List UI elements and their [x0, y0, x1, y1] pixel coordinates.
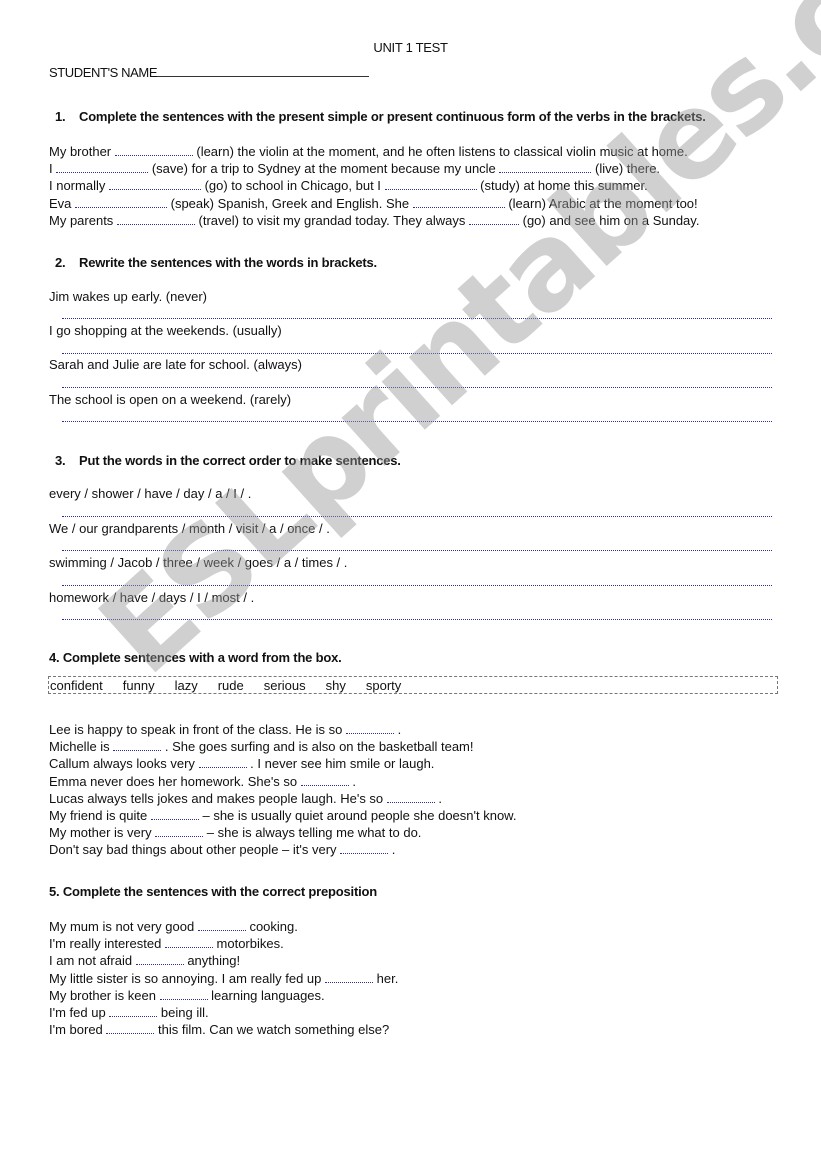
section-1-number: 1. [55, 109, 66, 124]
answer-blank[interactable] [198, 756, 247, 769]
sentence-row: Emma never does her homework. She's so . [49, 773, 356, 789]
answer-blank[interactable] [150, 808, 199, 821]
section-5-sentences: My mum is not very good cooking. I'm rea… [49, 918, 398, 1038]
sentence-row: My mum is not very good cooking. [49, 919, 298, 934]
sentence-row: Lee is happy to speak in front of the cl… [49, 722, 402, 737]
sentence-row: Callum always looks very . I never see h… [49, 756, 435, 772]
question-text: Jim wakes up early. (never) [49, 289, 207, 304]
answer-line[interactable] [62, 619, 772, 620]
section-1-instruction: Complete the sentences with the present … [79, 109, 706, 124]
answer-blank[interactable] [106, 1022, 155, 1035]
answer-blank[interactable] [56, 161, 149, 174]
sentence-row: I'm really interested motorbikes. [49, 936, 284, 952]
answer-blank[interactable] [300, 774, 349, 786]
answer-line[interactable] [62, 353, 772, 354]
word-box-item: rude [217, 678, 244, 693]
answer-blank[interactable] [412, 196, 505, 208]
word-box: confident funny lazy rude serious shy sporty [48, 676, 778, 694]
word-box-item: shy [325, 678, 346, 693]
sentence-row: My mother is very – she is always tellin… [49, 825, 422, 841]
section-2-title: 2. Rewrite the sentences with the words i… [55, 255, 377, 270]
word-box-item: confident [50, 678, 103, 693]
section-3-instruction: Put the words in the correct order to ma… [79, 453, 401, 468]
answer-line[interactable] [62, 421, 772, 422]
answer-blank[interactable] [164, 936, 213, 949]
word-box-item: serious [263, 678, 306, 693]
section-4-title: 4. Complete sentences with a word from t… [49, 650, 342, 665]
sentence-row: Don't say bad things about other people … [49, 842, 396, 858]
sentence-row: My little sister is so annoying. I am re… [49, 970, 399, 986]
section-2-number: 2. [55, 255, 66, 270]
section-4-sentences: Lee is happy to speak in front of the cl… [49, 721, 516, 859]
student-name-row: STUDENT'S NAME [49, 65, 370, 80]
answer-blank[interactable] [135, 953, 184, 966]
worksheet-page: UNIT 1 TEST STUDENT'S NAME 1. Complete th… [0, 0, 821, 1161]
answer-blank[interactable] [469, 213, 519, 225]
answer-line[interactable] [62, 585, 772, 586]
question-text: homework / have / days / I / most / . [49, 590, 255, 605]
student-name-field[interactable] [157, 65, 370, 77]
sentence-row: I'm fed up being ill. [49, 1005, 209, 1021]
sentence-row: I normally (go) to school in Chicago, bu… [49, 178, 648, 194]
answer-blank[interactable] [384, 178, 477, 191]
sentence-row: My friend is quite – she is usually quie… [49, 808, 517, 824]
answer-line[interactable] [62, 318, 772, 319]
answer-blank[interactable] [159, 988, 208, 1000]
question-text: I go shopping at the weekends. (usually) [49, 323, 282, 338]
answer-blank[interactable] [340, 842, 389, 855]
sentence-row: I (save) for a trip to Sydney at the mom… [49, 161, 661, 177]
sentence-row: I am not afraid anything! [49, 953, 241, 969]
answer-blank[interactable] [114, 144, 193, 156]
word-box-item: funny [122, 678, 155, 693]
word-box-item: lazy [174, 678, 198, 693]
sentence-row: Eva (speak) Spanish, Greek and English. … [49, 195, 698, 211]
answer-blank[interactable] [346, 722, 394, 734]
section-3-title: 3. Put the words in the correct order to … [55, 453, 401, 468]
sentence-row: Michelle is . She goes surfing and is al… [49, 739, 474, 755]
student-name-label: STUDENT'S NAME [49, 65, 158, 80]
answer-blank[interactable] [75, 196, 168, 208]
question-text: Sarah and Julie are late for school. (al… [49, 357, 302, 372]
question-text: swimming / Jacob / three / week / goes /… [49, 555, 348, 570]
section-2-instruction: Rewrite the sentences with the words in … [79, 255, 377, 270]
question-text: The school is open on a weekend. (rarely… [49, 392, 292, 407]
answer-line[interactable] [62, 387, 772, 388]
answer-blank[interactable] [155, 825, 204, 838]
answer-blank[interactable] [109, 1005, 158, 1018]
section-1-sentences: My brother (learn) the violin at the mom… [49, 143, 699, 229]
answer-blank[interactable] [197, 919, 246, 931]
answer-blank[interactable] [499, 161, 592, 174]
question-text: We / our grandparents / month / visit / … [49, 521, 330, 536]
answer-blank[interactable] [386, 791, 435, 803]
sentence-row: Lucas always tells jokes and makes peopl… [49, 790, 443, 806]
word-box-item: sporty [365, 678, 402, 693]
answer-line[interactable] [62, 516, 772, 517]
sentence-row: My parents (travel) to visit my grandad … [49, 212, 700, 228]
answer-blank[interactable] [113, 739, 162, 752]
section-5-title: 5. Complete the sentences with the corre… [49, 884, 377, 899]
answer-blank[interactable] [108, 178, 201, 191]
sentence-row: My brother (learn) the violin at the mom… [49, 144, 688, 159]
sentence-row: I'm bored this film. Can we watch someth… [49, 1022, 390, 1038]
question-text: every / shower / have / day / a / I / . [49, 486, 252, 501]
page-title: UNIT 1 TEST [373, 40, 448, 55]
section-3-number: 3. [55, 453, 66, 468]
sentence-row: My brother is keen learning languages. [49, 987, 325, 1003]
answer-blank[interactable] [325, 971, 374, 983]
answer-blank[interactable] [116, 213, 195, 225]
answer-line[interactable] [62, 550, 772, 551]
section-1-title: 1. Complete the sentences with the presen… [55, 109, 706, 124]
